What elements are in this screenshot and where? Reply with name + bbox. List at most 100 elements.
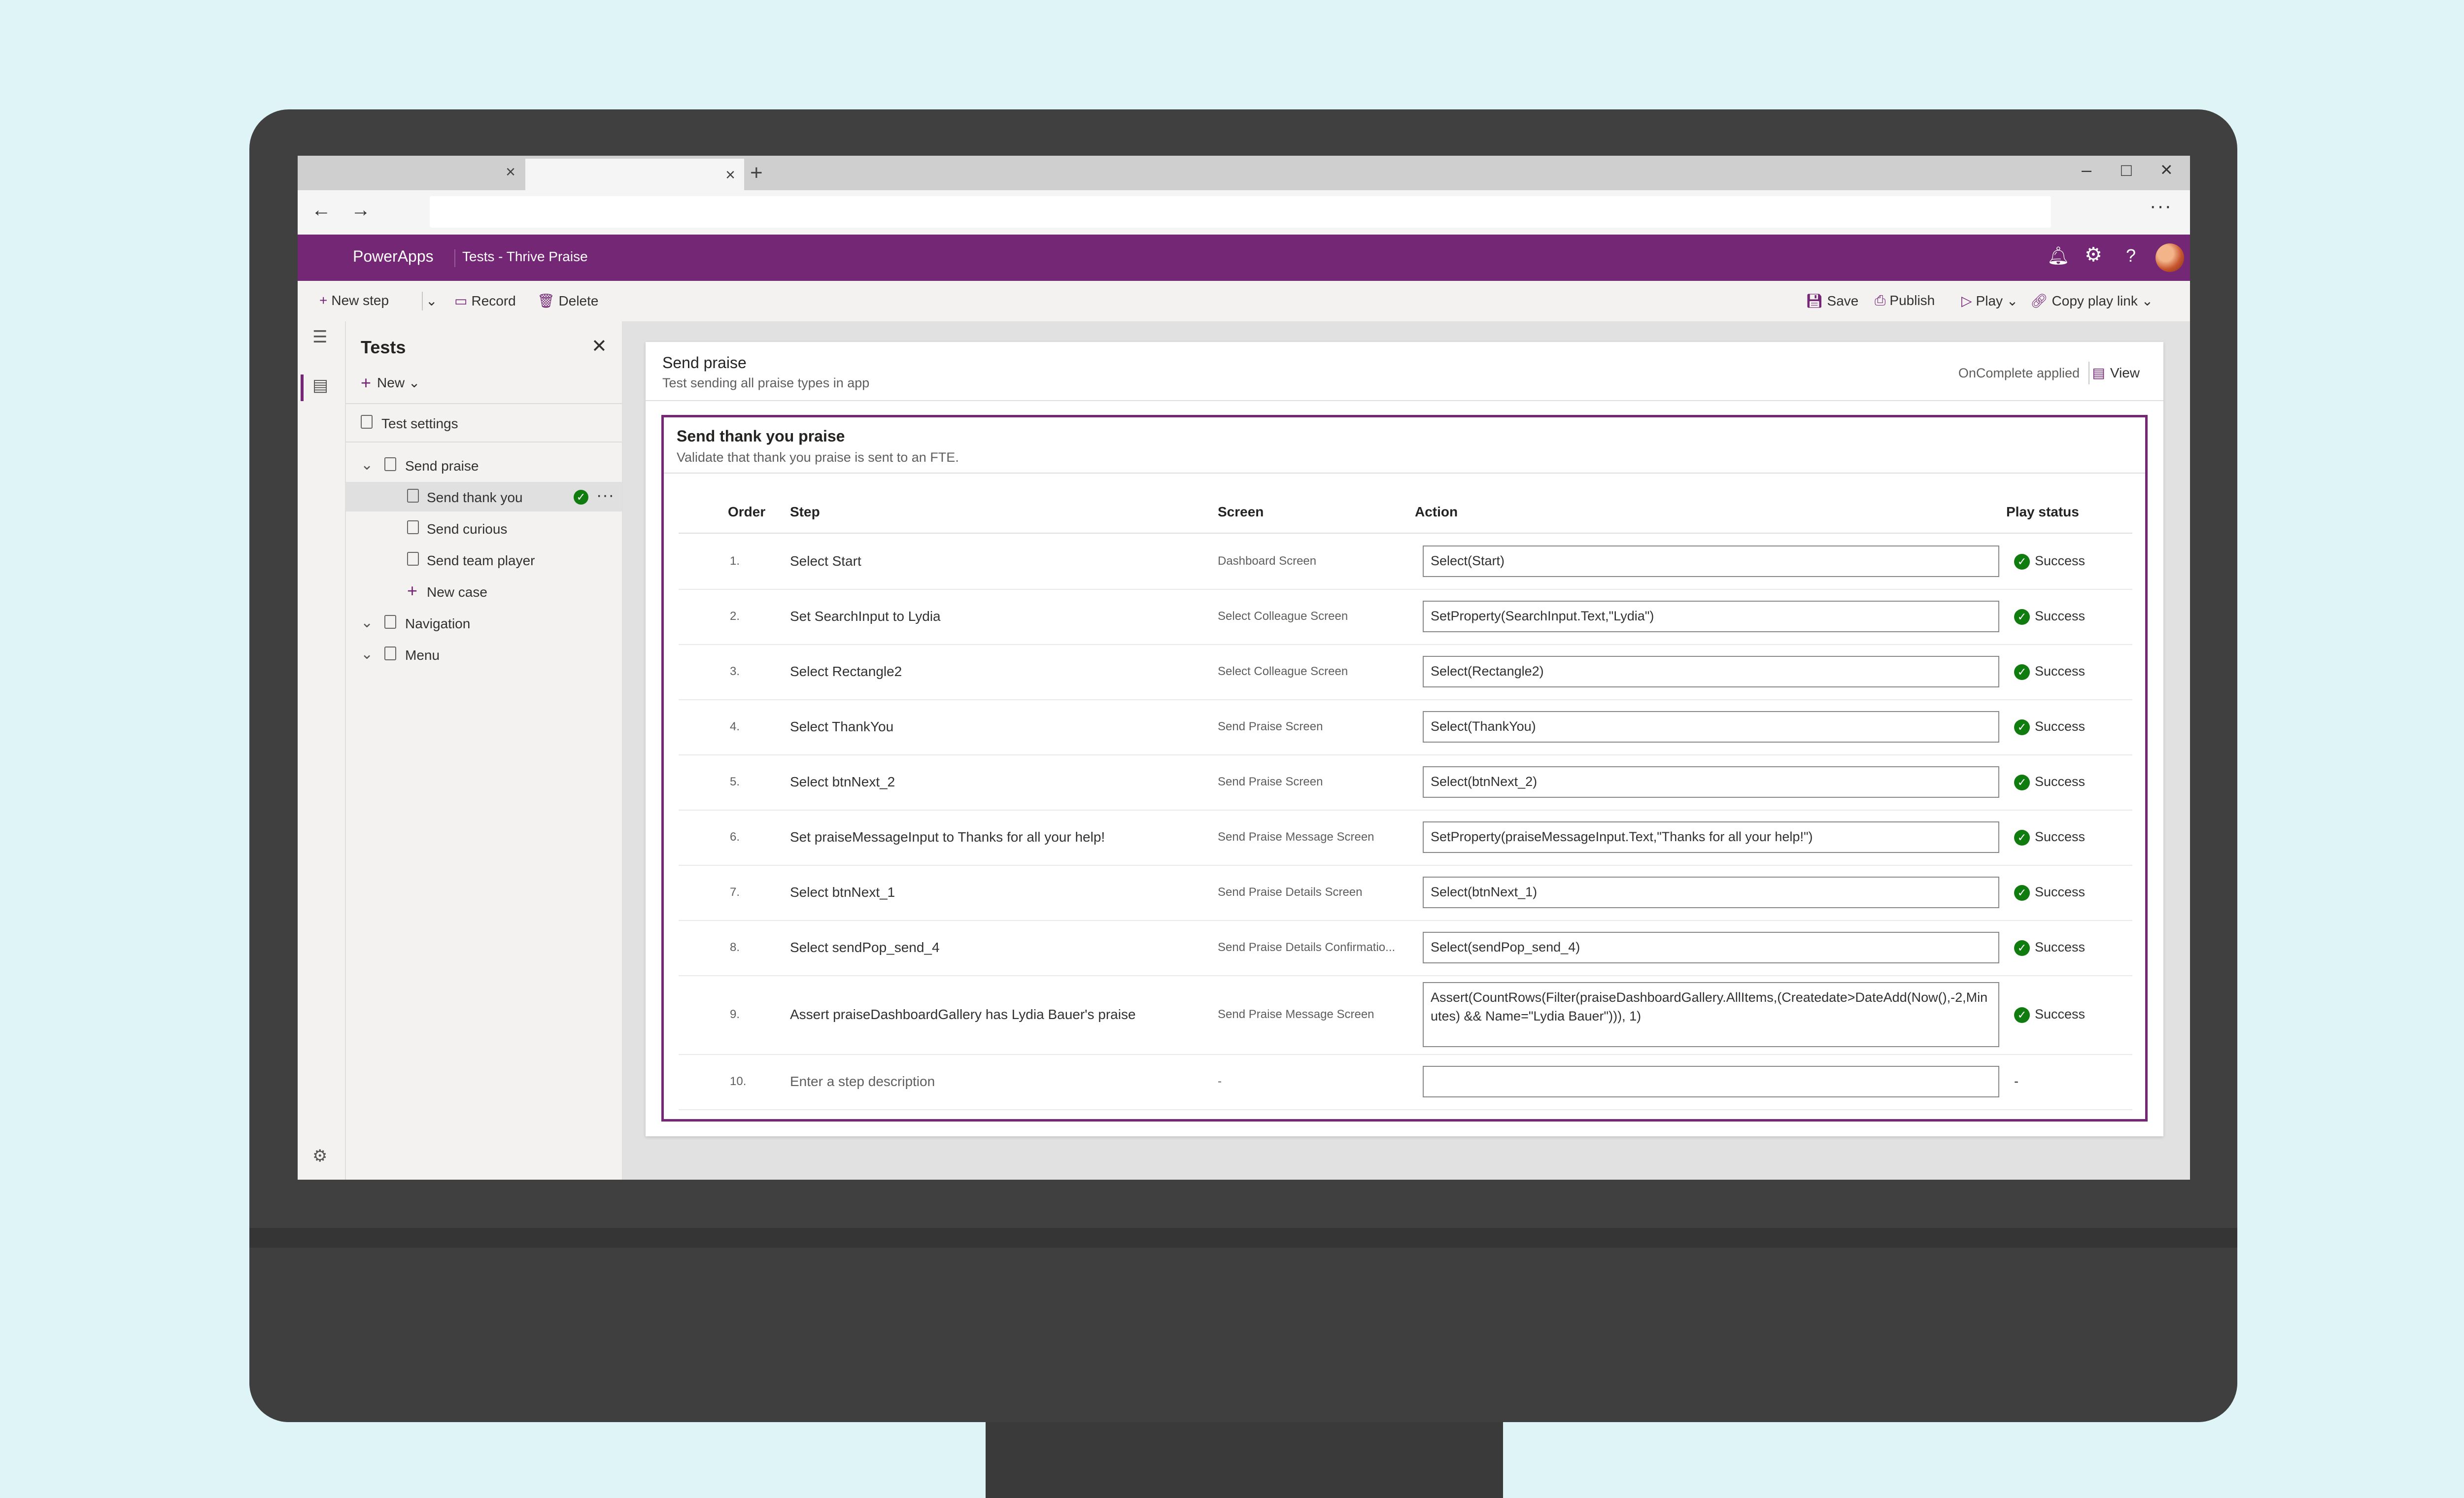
step-description[interactable]: Select Start xyxy=(790,553,861,569)
help-icon[interactable]: ? xyxy=(2126,245,2136,266)
step-order: 4. xyxy=(730,720,740,733)
browser-tab-active[interactable]: × xyxy=(525,159,744,190)
step-screen[interactable]: Send Praise Details Screen xyxy=(1218,885,1362,899)
case-header: Send thank you praise Validate that than… xyxy=(664,417,2145,474)
step-description[interactable]: Set praiseMessageInput to Thanks for all… xyxy=(790,829,1105,845)
close-window-button[interactable]: × xyxy=(2160,158,2173,181)
table-row[interactable]: 6. Set praiseMessageInput to Thanks for a… xyxy=(679,810,2132,866)
table-row[interactable]: 8. Select sendPop_send_4 Send Praise Detai… xyxy=(679,920,2132,976)
play-button[interactable]: ▷ Play ⌄ xyxy=(1961,293,2018,309)
table-row[interactable]: 4. Select ThankYou Send Praise Screen Selec… xyxy=(679,699,2132,755)
copy-play-link-button[interactable]: 🔗︎ Copy play link ⌄ xyxy=(2030,293,2153,309)
suite-title[interactable]: Send praise xyxy=(662,354,747,372)
step-screen[interactable]: Send Praise Screen xyxy=(1218,720,1323,734)
action-formula-input[interactable]: Select(Rectangle2) xyxy=(1423,656,1999,687)
browser-tab-inactive[interactable]: × xyxy=(298,156,524,190)
table-row[interactable]: 1. Select Start Dashboard Screen Select(Sta… xyxy=(679,534,2132,590)
step-screen[interactable]: Select Colleague Screen xyxy=(1218,610,1348,623)
step-description[interactable]: Select ThankYou xyxy=(790,719,893,735)
new-test-button[interactable]: + New ⌄ xyxy=(361,373,420,393)
step-order: 10. xyxy=(730,1075,747,1088)
bell-icon[interactable]: 🔔︎ xyxy=(2047,245,2070,266)
play-status-label: Success xyxy=(2035,885,2086,899)
close-tab-icon[interactable]: × xyxy=(725,167,735,183)
settings-doc-icon xyxy=(361,415,373,429)
case-send-team-player[interactable]: Send team player xyxy=(346,545,622,575)
avatar[interactable] xyxy=(2156,243,2184,272)
delete-button[interactable]: 🗑︎ Delete xyxy=(537,293,598,309)
step-screen[interactable]: - xyxy=(1218,1075,1222,1089)
case-send-thank-you[interactable]: Send thank you ✓ ··· xyxy=(346,482,622,511)
close-tab-icon[interactable]: × xyxy=(506,164,515,180)
case-label: Send thank you xyxy=(427,490,523,505)
browser-more-icon[interactable]: ··· xyxy=(2150,195,2172,217)
step-description[interactable]: Select sendPop_send_4 xyxy=(790,940,940,955)
save-button[interactable]: 💾︎ Save xyxy=(1806,293,1858,309)
case-send-curious[interactable]: Send curious xyxy=(346,513,622,543)
new-tab-button[interactable]: + xyxy=(750,161,763,185)
action-formula-input[interactable]: Assert(CountRows(Filter(praiseDashboardG… xyxy=(1423,982,1999,1047)
step-description[interactable]: Select Rectangle2 xyxy=(790,664,902,680)
step-screen[interactable]: Send Praise Message Screen xyxy=(1218,830,1374,844)
hamburger-menu-icon[interactable]: ☰ xyxy=(312,327,327,347)
step-description[interactable]: Assert praiseDashboardGallery has Lydia … xyxy=(790,1007,1136,1022)
suite-label: Send praise xyxy=(405,458,479,474)
test-settings-item[interactable]: Test settings xyxy=(346,408,622,438)
minimize-window-button[interactable]: – xyxy=(2082,160,2091,180)
settings-gear-icon[interactable]: ⚙︎ xyxy=(312,1146,327,1166)
table-row[interactable]: 2. Set SearchInput to Lydia Select Colleag… xyxy=(679,589,2132,645)
forward-arrow-icon[interactable]: → xyxy=(351,199,371,221)
publish-button[interactable]: ⎙ Publish xyxy=(1875,293,1935,309)
url-input[interactable] xyxy=(430,196,2051,228)
step-description[interactable]: Select btnNext_1 xyxy=(790,885,895,900)
table-row[interactable]: 5. Select btnNext_2 Send Praise Screen Sele… xyxy=(679,754,2132,811)
case-title[interactable]: Send thank you praise xyxy=(677,427,845,445)
close-icon[interactable]: ✕ xyxy=(591,335,607,357)
step-screen[interactable]: Send Praise Screen xyxy=(1218,775,1323,789)
app-name[interactable]: PowerApps xyxy=(353,247,434,266)
action-formula-input[interactable] xyxy=(1423,1066,1999,1097)
oncomplete-status: OnComplete applied xyxy=(1958,366,2080,380)
new-case-item[interactable]: + New case xyxy=(346,577,622,606)
suite-send-praise[interactable]: ⌄ Send praise xyxy=(346,450,622,480)
suite-navigation[interactable]: ⌄ Navigation xyxy=(346,608,622,638)
table-row[interactable]: 7. Select btnNext_1 Send Praise Details Sc… xyxy=(679,865,2132,921)
column-header-status: Play status xyxy=(2006,504,2079,519)
record-button[interactable]: ▭ Record xyxy=(454,293,516,309)
chevron-down-icon[interactable]: ⌄ xyxy=(361,646,373,663)
table-row[interactable]: 9. Assert praiseDashboardGallery has Lydi… xyxy=(679,975,2132,1055)
play-status-label: Success xyxy=(2035,774,2086,789)
maximize-window-button[interactable]: □ xyxy=(2121,160,2132,180)
action-formula-input[interactable]: Select(Start) xyxy=(1423,545,1999,577)
action-formula-input[interactable]: SetProperty(SearchInput.Text,"Lydia") xyxy=(1423,601,1999,632)
action-formula-input[interactable]: Select(ThankYou) xyxy=(1423,711,1999,743)
new-step-button[interactable]: + New step xyxy=(319,293,389,308)
suite-menu[interactable]: ⌄ Menu xyxy=(346,640,622,669)
chevron-down-icon[interactable]: ⌄ xyxy=(361,614,373,631)
success-check-icon: ✓ xyxy=(2014,609,2030,625)
case-description[interactable]: Validate that thank you praise is sent t… xyxy=(677,450,959,465)
back-arrow-icon[interactable]: ← xyxy=(311,199,331,221)
step-screen[interactable]: Send Praise Message Screen xyxy=(1218,1008,1374,1021)
new-step-dropdown-icon[interactable]: ⌄ xyxy=(426,293,437,309)
step-screen[interactable]: Send Praise Details Confirmatio... xyxy=(1218,941,1395,954)
step-screen[interactable]: Select Colleague Screen xyxy=(1218,665,1348,679)
more-options-icon[interactable]: ··· xyxy=(596,486,615,505)
action-formula-input[interactable]: Select(btnNext_2) xyxy=(1423,766,1999,798)
gear-icon[interactable]: ⚙︎ xyxy=(2085,243,2102,266)
step-description[interactable]: Enter a step description xyxy=(790,1074,935,1089)
chevron-down-icon[interactable]: ⌄ xyxy=(361,456,373,474)
action-formula-input[interactable]: Select(sendPop_send_4) xyxy=(1423,932,1999,963)
view-button[interactable]: ▤ View xyxy=(2092,365,2140,381)
table-row[interactable]: 10. Enter a step description - - xyxy=(679,1054,2132,1110)
step-screen[interactable]: Dashboard Screen xyxy=(1218,554,1316,568)
step-description[interactable]: Select btnNext_2 xyxy=(790,774,895,790)
tests-icon[interactable]: ▤ xyxy=(312,375,328,395)
divider xyxy=(346,403,622,404)
action-formula-input[interactable]: SetProperty(praiseMessageInput.Text,"Tha… xyxy=(1423,821,1999,853)
action-formula-input[interactable]: Select(btnNext_1) xyxy=(1423,877,1999,908)
step-description[interactable]: Set SearchInput to Lydia xyxy=(790,609,941,624)
suite-description[interactable]: Test sending all praise types in app xyxy=(662,375,869,391)
table-row[interactable]: 3. Select Rectangle2 Select Colleague Scre… xyxy=(679,644,2132,700)
step-order: 3. xyxy=(730,665,740,678)
